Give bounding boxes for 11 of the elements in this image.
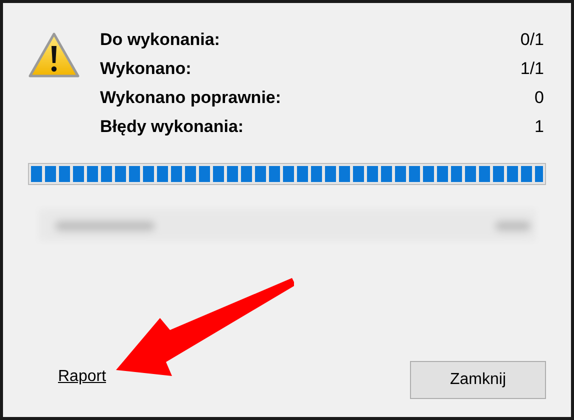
stat-value: 0 (534, 87, 544, 108)
stat-value: 0/1 (520, 29, 544, 50)
warning-icon (28, 31, 80, 79)
stat-label: Do wykonania: (100, 29, 220, 50)
stat-value: 1/1 (520, 58, 544, 79)
close-button[interactable]: Zamknij (410, 361, 546, 399)
stat-label: Wykonano: (100, 58, 192, 79)
stat-label: Wykonano poprawnie: (100, 87, 282, 108)
report-link[interactable]: Raport (58, 365, 106, 389)
stat-label: Błędy wykonania: (100, 116, 244, 137)
stat-value: 1 (534, 116, 544, 137)
